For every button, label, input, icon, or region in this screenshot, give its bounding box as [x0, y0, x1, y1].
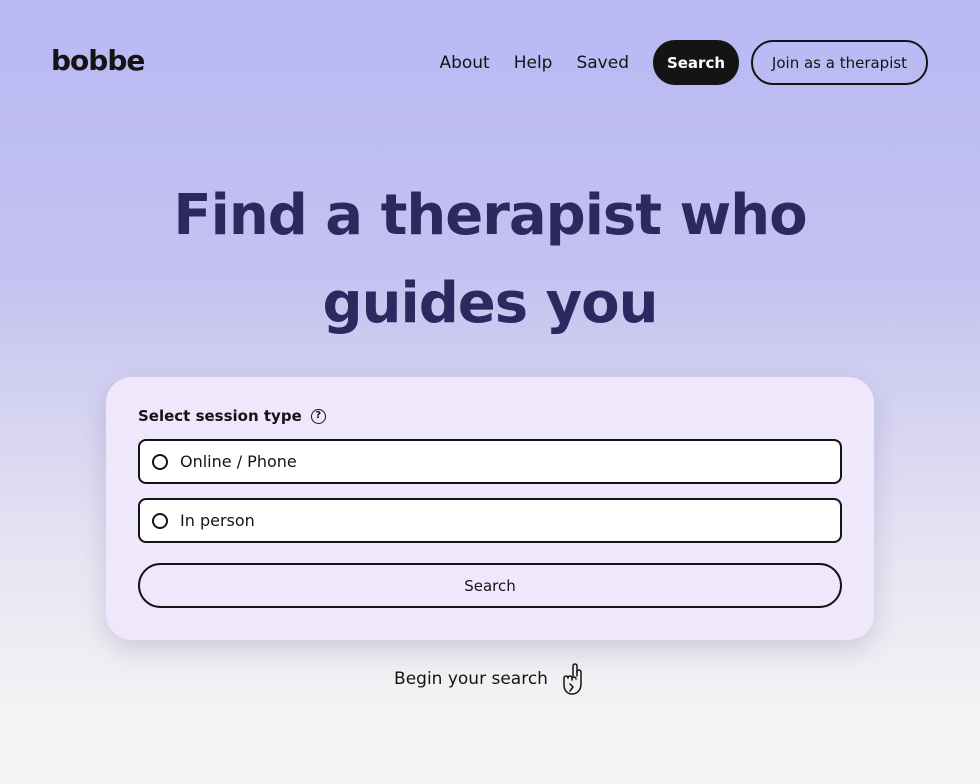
nav-link-about[interactable]: About [439, 53, 489, 73]
hero-title-line1: Find a therapist who [173, 183, 807, 248]
radio-icon[interactable] [152, 453, 168, 470]
nav-search-button[interactable]: Search [653, 40, 739, 85]
session-type-label-text: Select session type [138, 407, 302, 425]
session-option-in-person[interactable]: In person [138, 498, 842, 543]
begin-search-text: Begin your search [394, 669, 548, 689]
brand-logo[interactable]: bobbe [51, 44, 145, 77]
radio-icon[interactable] [152, 512, 168, 529]
begin-search-hint: Begin your search [0, 662, 980, 696]
nav-link-help[interactable]: Help [514, 53, 553, 73]
main-nav: About Help Saved Search Join as a therap… [439, 40, 928, 85]
session-option-label: In person [180, 511, 255, 530]
session-option-label: Online / Phone [180, 452, 297, 471]
site-header: bobbe About Help Saved Search Join as a … [0, 0, 980, 125]
pointing-hand-icon [563, 663, 582, 695]
session-type-label: Select session type ? [138, 407, 326, 425]
question-circle-icon[interactable]: ? [310, 408, 326, 424]
search-button[interactable]: Search [138, 563, 842, 608]
join-as-therapist-button[interactable]: Join as a therapist [751, 40, 928, 85]
hero-title: Find a therapist who guides you [0, 172, 980, 348]
nav-link-saved[interactable]: Saved [576, 53, 629, 73]
session-option-online[interactable]: Online / Phone [138, 439, 842, 484]
session-type-card: Select session type ? Online / Phone In … [106, 377, 874, 640]
hero-title-line2: guides you [322, 271, 659, 336]
